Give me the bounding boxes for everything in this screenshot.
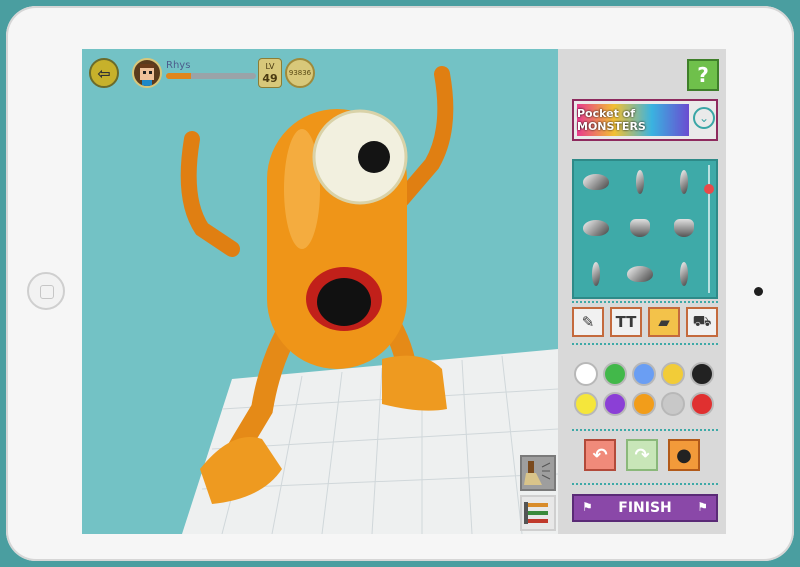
bomb-button[interactable]: ● bbox=[668, 439, 700, 471]
level-badge: LV 49 bbox=[258, 58, 282, 88]
editor-sidebar: ? Pocket of MONSTERS ⌄ ✎ TT ▰ ⛟ ↶ ↷ ● ⚑ … bbox=[558, 49, 726, 534]
divider bbox=[572, 483, 718, 485]
color-swatch[interactable] bbox=[603, 362, 627, 386]
pack-logo: Pocket of MONSTERS bbox=[577, 104, 689, 136]
part-item[interactable] bbox=[580, 261, 612, 287]
part-item[interactable] bbox=[624, 169, 656, 195]
coin-value: 93836 bbox=[288, 69, 312, 77]
brush-icon bbox=[524, 461, 551, 485]
parts-grid bbox=[572, 159, 718, 299]
xp-bar bbox=[166, 73, 256, 79]
checkered-flag-icon: ⚑ bbox=[582, 500, 593, 514]
parts-scroll-knob[interactable] bbox=[704, 184, 714, 194]
folder-icon: ▰ bbox=[658, 313, 670, 331]
back-arrow-icon: ⇦ bbox=[97, 63, 111, 83]
paint-mode-button[interactable]: ✎ bbox=[572, 307, 604, 337]
monster-scene bbox=[180, 66, 558, 534]
folder-mode-button[interactable]: ▰ bbox=[648, 307, 680, 337]
part-item[interactable] bbox=[624, 215, 656, 241]
player-avatar[interactable] bbox=[132, 58, 162, 88]
shop-button[interactable]: ⛟ bbox=[686, 307, 718, 337]
redo-icon: ↷ bbox=[634, 444, 650, 466]
color-swatch[interactable] bbox=[661, 362, 685, 386]
color-swatch[interactable] bbox=[632, 362, 656, 386]
xp-bar-fill bbox=[166, 73, 192, 79]
divider bbox=[572, 343, 718, 345]
cart-icon: ⛟ bbox=[692, 312, 712, 330]
part-item[interactable] bbox=[668, 261, 700, 287]
undo-button[interactable]: ↶ bbox=[584, 439, 616, 471]
finish-button[interactable]: ⚑ FINISH ⚑ bbox=[572, 494, 718, 522]
bomb-icon: ● bbox=[676, 444, 692, 466]
color-swatch[interactable] bbox=[690, 392, 714, 416]
part-item[interactable] bbox=[580, 215, 612, 241]
checkered-flag-icon: ⚑ bbox=[697, 500, 708, 514]
tools-button[interactable] bbox=[520, 495, 556, 531]
monster-viewport[interactable]: ⇦ Rhys LV 49 93836 bbox=[82, 49, 558, 534]
text-mode-button[interactable]: TT bbox=[610, 307, 642, 337]
level-value: 49 bbox=[262, 72, 278, 85]
redo-button[interactable]: ↷ bbox=[626, 439, 658, 471]
help-button[interactable]: ? bbox=[687, 59, 719, 91]
finish-label: FINISH bbox=[618, 500, 672, 516]
part-pack-selector[interactable]: Pocket of MONSTERS ⌄ bbox=[572, 99, 718, 141]
color-swatch[interactable] bbox=[632, 392, 656, 416]
part-item[interactable] bbox=[668, 215, 700, 241]
brush-button[interactable] bbox=[520, 455, 556, 491]
app-screen: ⇦ Rhys LV 49 93836 ? Pocket of MONSTERS … bbox=[82, 49, 726, 534]
tool-strip bbox=[518, 453, 558, 534]
part-item[interactable] bbox=[624, 261, 656, 287]
avatar-icon bbox=[140, 64, 154, 86]
color-swatch[interactable] bbox=[574, 362, 598, 386]
divider bbox=[572, 301, 718, 303]
undo-icon: ↶ bbox=[592, 444, 608, 466]
tools-icon bbox=[524, 502, 548, 524]
level-label: LV bbox=[265, 62, 275, 71]
color-swatch[interactable] bbox=[603, 392, 627, 416]
back-button[interactable]: ⇦ bbox=[89, 58, 119, 88]
color-swatch[interactable] bbox=[661, 392, 685, 416]
part-item[interactable] bbox=[580, 169, 612, 195]
text-tool-icon: TT bbox=[615, 313, 637, 331]
color-swatch[interactable] bbox=[574, 392, 598, 416]
player-name: Rhys bbox=[166, 60, 191, 71]
divider bbox=[572, 429, 718, 431]
chevron-down-icon[interactable]: ⌄ bbox=[693, 107, 715, 129]
coin-counter[interactable]: 93836 bbox=[285, 58, 315, 88]
home-button[interactable] bbox=[27, 272, 65, 310]
pencil-icon: ✎ bbox=[581, 313, 595, 331]
tablet-frame: ⇦ Rhys LV 49 93836 ? Pocket of MONSTERS … bbox=[6, 6, 794, 561]
camera bbox=[754, 287, 763, 296]
part-item[interactable] bbox=[668, 169, 700, 195]
color-swatch[interactable] bbox=[690, 362, 714, 386]
